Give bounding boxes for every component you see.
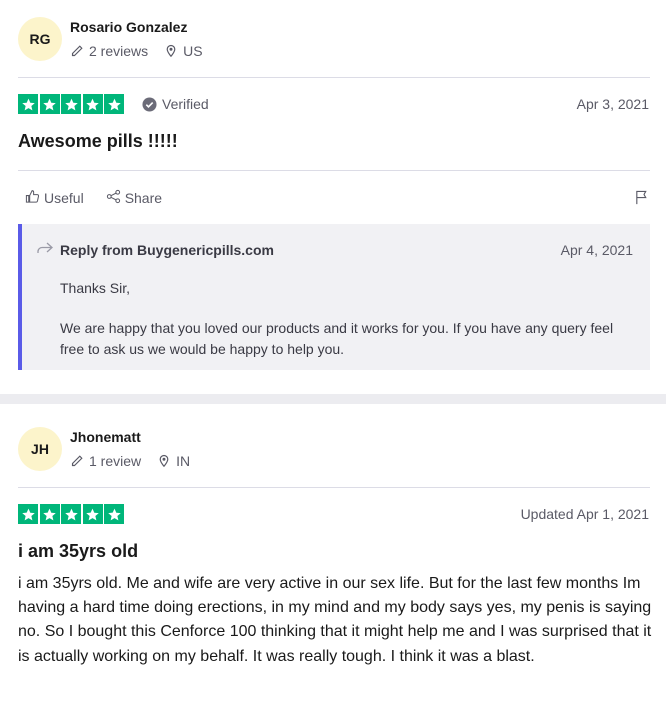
reply-arrow-icon xyxy=(36,241,54,255)
verified-label: Verified xyxy=(162,96,209,112)
star-icon xyxy=(61,504,81,524)
pencil-icon xyxy=(70,454,84,468)
verified-check-icon xyxy=(142,96,157,112)
share-icon xyxy=(106,189,125,207)
location-pin-icon xyxy=(157,454,171,468)
avatar[interactable]: JH xyxy=(18,427,62,471)
share-label: Share xyxy=(124,190,163,206)
reply-title: Reply from Buygenericpills.com xyxy=(60,242,274,258)
star-icon xyxy=(39,504,60,524)
star-icon xyxy=(39,94,60,114)
useful-button[interactable]: Useful xyxy=(25,189,84,207)
country-code: IN xyxy=(176,453,191,469)
divider xyxy=(18,77,650,78)
star-rating xyxy=(18,504,126,524)
reviewer-name[interactable]: Jhonematt xyxy=(70,429,141,445)
card-separator xyxy=(0,394,666,404)
review-date: Apr 3, 2021 xyxy=(576,96,649,112)
thumbs-up-icon xyxy=(25,189,44,207)
flag-icon[interactable] xyxy=(634,190,649,205)
review-title[interactable]: Awesome pills !!!!! xyxy=(18,131,178,152)
pencil-icon xyxy=(70,44,84,58)
reply-message: We are happy that you loved our products… xyxy=(60,320,614,357)
star-icon xyxy=(104,504,124,524)
star-icon xyxy=(18,94,38,114)
review-actions: Useful Share xyxy=(25,189,184,207)
review-date: Updated Apr 1, 2021 xyxy=(520,506,649,522)
review-card: JH Jhonematt 1 review IN Updated Apr 1, … xyxy=(0,404,666,704)
reviewer-name[interactable]: Rosario Gonzalez xyxy=(70,19,187,35)
review-count: 1 review xyxy=(89,453,142,469)
star-icon xyxy=(82,504,103,524)
divider xyxy=(18,487,650,488)
company-reply: Reply from Buygenericpills.com Apr 4, 20… xyxy=(18,224,650,370)
reviewer-meta: 2 reviews US xyxy=(70,43,203,59)
review-card: RG Rosario Gonzalez 2 reviews US Verifie… xyxy=(0,0,666,394)
star-icon xyxy=(61,94,81,114)
star-icon xyxy=(18,504,38,524)
star-icon xyxy=(82,94,103,114)
avatar[interactable]: RG xyxy=(18,17,62,61)
reply-date: Apr 4, 2021 xyxy=(560,242,633,258)
useful-label: Useful xyxy=(44,190,84,206)
review-body: i am 35yrs old. Me and wife are very act… xyxy=(18,575,652,665)
divider xyxy=(18,170,650,171)
reply-greeting: Thanks Sir, xyxy=(60,280,131,296)
location-pin-icon xyxy=(164,44,178,58)
share-button[interactable]: Share xyxy=(106,189,162,207)
reply-body: Thanks Sir, We are happy that you loved … xyxy=(60,278,620,379)
country-code: US xyxy=(183,43,203,59)
review-title[interactable]: i am 35yrs old xyxy=(18,541,138,562)
star-icon xyxy=(104,94,124,114)
star-rating xyxy=(18,94,126,114)
verified-badge[interactable]: Verified xyxy=(142,96,209,112)
review-count: 2 reviews xyxy=(89,43,149,59)
reviewer-meta: 1 review IN xyxy=(70,453,190,469)
